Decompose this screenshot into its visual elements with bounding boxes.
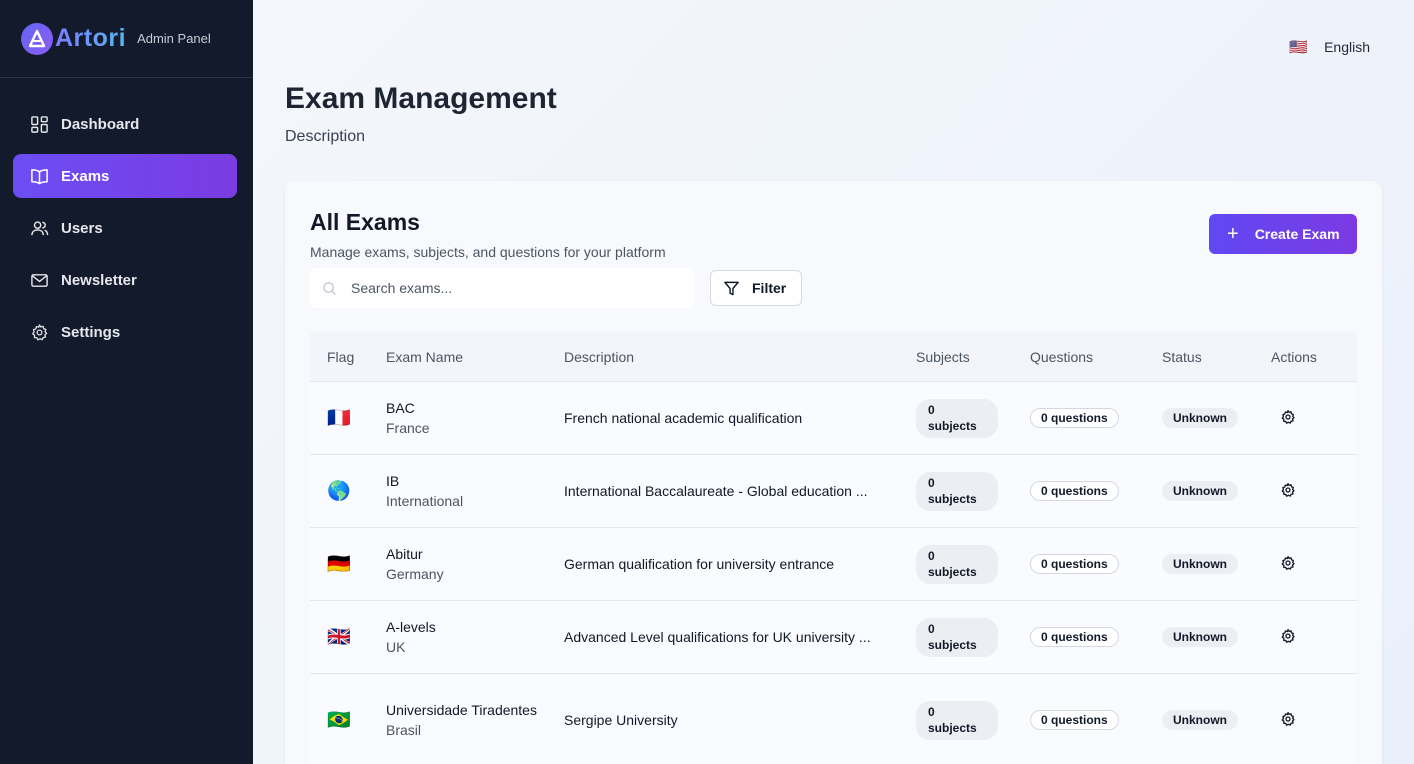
sidebar-item-settings[interactable]: Settings	[13, 310, 237, 354]
search-box[interactable]	[310, 268, 694, 308]
exam-description: International Baccalaureate - Global edu…	[564, 483, 868, 499]
card-title: All Exams	[310, 209, 420, 235]
brazil-flag-icon: 🇧🇷	[327, 710, 351, 731]
table-header: Flag Exam Name Description Subjects Ques…	[310, 332, 1357, 382]
language-label: English	[1324, 39, 1370, 55]
mail-icon	[31, 273, 48, 287]
dashboard-icon	[31, 115, 48, 133]
exam-name: BAC	[386, 400, 415, 416]
exam-country: France	[386, 420, 430, 436]
table-row[interactable]: 🇫🇷 BAC France French national academic q…	[310, 382, 1357, 455]
exam-description: Advanced Level qualifications for UK uni…	[564, 629, 871, 645]
subjects-badge: 0 subjects	[916, 471, 998, 511]
settings-gear-icon[interactable]	[1280, 628, 1296, 644]
brand-subtitle: Admin Panel	[137, 31, 211, 46]
subjects-badge: 0 subjects	[916, 617, 998, 657]
sidebar-item-label: Newsletter	[61, 271, 137, 289]
sidebar-item-exams[interactable]: Exams	[13, 154, 237, 198]
column-header-description[interactable]: Description	[548, 349, 900, 365]
questions-badge: 0 questions	[1030, 408, 1119, 428]
column-header-status[interactable]: Status	[1146, 349, 1255, 365]
plus-icon: +	[1227, 223, 1239, 245]
table-row[interactable]: 🇬🇧 A-levels UK Advanced Level qualificat…	[310, 601, 1357, 674]
brand-name: Artori	[55, 24, 127, 52]
subjects-badge: 0 subjects	[916, 700, 998, 740]
status-badge: Unknown	[1162, 554, 1238, 574]
page-description: Description	[285, 128, 366, 145]
us-flag-icon: 🇺🇸	[1289, 39, 1309, 56]
exams-card: All Exams Manage exams, subjects, and qu…	[285, 181, 1382, 764]
sidebar-item-dashboard[interactable]: Dashboard	[13, 102, 237, 146]
exam-country: Brasil	[386, 722, 422, 738]
sidebar-item-newsletter[interactable]: Newsletter	[13, 258, 237, 302]
language-selector[interactable]: 🇺🇸 English	[1289, 38, 1370, 56]
sidebar: Artori Admin Panel Dashboard Exams Users…	[0, 0, 253, 764]
search-input[interactable]	[351, 280, 671, 296]
status-badge: Unknown	[1162, 408, 1238, 428]
questions-badge: 0 questions	[1030, 627, 1119, 647]
exam-description: French national academic qualification	[564, 410, 803, 426]
sidebar-item-label: Dashboard	[61, 115, 140, 133]
exam-name: Universidade Tiradentes	[386, 702, 537, 718]
exam-country: International	[386, 493, 464, 509]
sidebar-item-users[interactable]: Users	[13, 206, 237, 250]
column-header-flag[interactable]: Flag	[310, 349, 370, 365]
france-flag-icon: 🇫🇷	[327, 408, 351, 429]
exam-country: UK	[386, 639, 406, 655]
exam-description: German qualification for university entr…	[564, 556, 835, 572]
sidebar-item-label: Settings	[61, 323, 121, 341]
germany-flag-icon: 🇩🇪	[327, 554, 351, 575]
subjects-badge: 0 subjects	[916, 398, 998, 438]
uk-flag-icon: 🇬🇧	[327, 627, 351, 648]
gear-icon	[32, 323, 48, 340]
status-badge: Unknown	[1162, 481, 1238, 501]
settings-gear-icon[interactable]	[1280, 482, 1296, 498]
exam-name: IB	[386, 473, 400, 489]
exam-name: A-levels	[386, 619, 436, 635]
card-subtitle: Manage exams, subjects, and questions fo…	[310, 244, 666, 260]
subjects-badge: 0 subjects	[916, 544, 998, 584]
column-header-exam-name[interactable]: Exam Name	[370, 349, 548, 365]
status-badge: Unknown	[1162, 710, 1238, 730]
create-exam-button[interactable]: + Create Exam	[1209, 214, 1357, 254]
column-header-subjects[interactable]: Subjects	[900, 349, 1014, 365]
brand[interactable]: Artori Admin Panel	[0, 0, 253, 78]
column-header-actions: Actions	[1271, 348, 1317, 365]
settings-gear-icon[interactable]	[1280, 409, 1296, 425]
settings-gear-icon[interactable]	[1280, 711, 1296, 727]
table-row[interactable]: 🇧🇷 Universidade Tiradentes Brasil Sergip…	[310, 674, 1357, 764]
exam-name: Abitur	[386, 546, 423, 562]
sidebar-item-label: Users	[61, 219, 103, 237]
status-badge: Unknown	[1162, 627, 1238, 647]
users-icon	[31, 220, 49, 235]
globe-icon: 🌎	[327, 481, 351, 502]
filter-label: Filter	[752, 280, 787, 296]
search-icon	[323, 281, 337, 295]
table-row[interactable]: 🌎 IB International International Baccala…	[310, 455, 1357, 528]
questions-badge: 0 questions	[1030, 554, 1119, 574]
table-row[interactable]: 🇩🇪 Abitur Germany German qualification f…	[310, 528, 1357, 601]
filter-icon	[724, 281, 739, 295]
book-icon	[31, 168, 48, 184]
exam-description: Sergipe University	[564, 712, 678, 728]
main-content: 🇺🇸 English Exam Management Description A…	[253, 0, 1414, 764]
create-exam-label: Create Exam	[1254, 226, 1340, 242]
exams-table: Flag Exam Name Description Subjects Ques…	[310, 332, 1357, 764]
sidebar-item-label: Exams	[61, 167, 110, 185]
sidebar-nav: Dashboard Exams Users Newsletter Setting…	[0, 102, 253, 354]
column-header-questions[interactable]: Questions	[1014, 349, 1146, 365]
questions-badge: 0 questions	[1030, 710, 1119, 730]
logo-icon	[21, 22, 53, 55]
questions-badge: 0 questions	[1030, 481, 1119, 501]
exam-country: Germany	[386, 566, 444, 582]
page-title: Exam Management	[285, 82, 557, 115]
filter-button[interactable]: Filter	[710, 270, 802, 306]
settings-gear-icon[interactable]	[1280, 555, 1296, 571]
